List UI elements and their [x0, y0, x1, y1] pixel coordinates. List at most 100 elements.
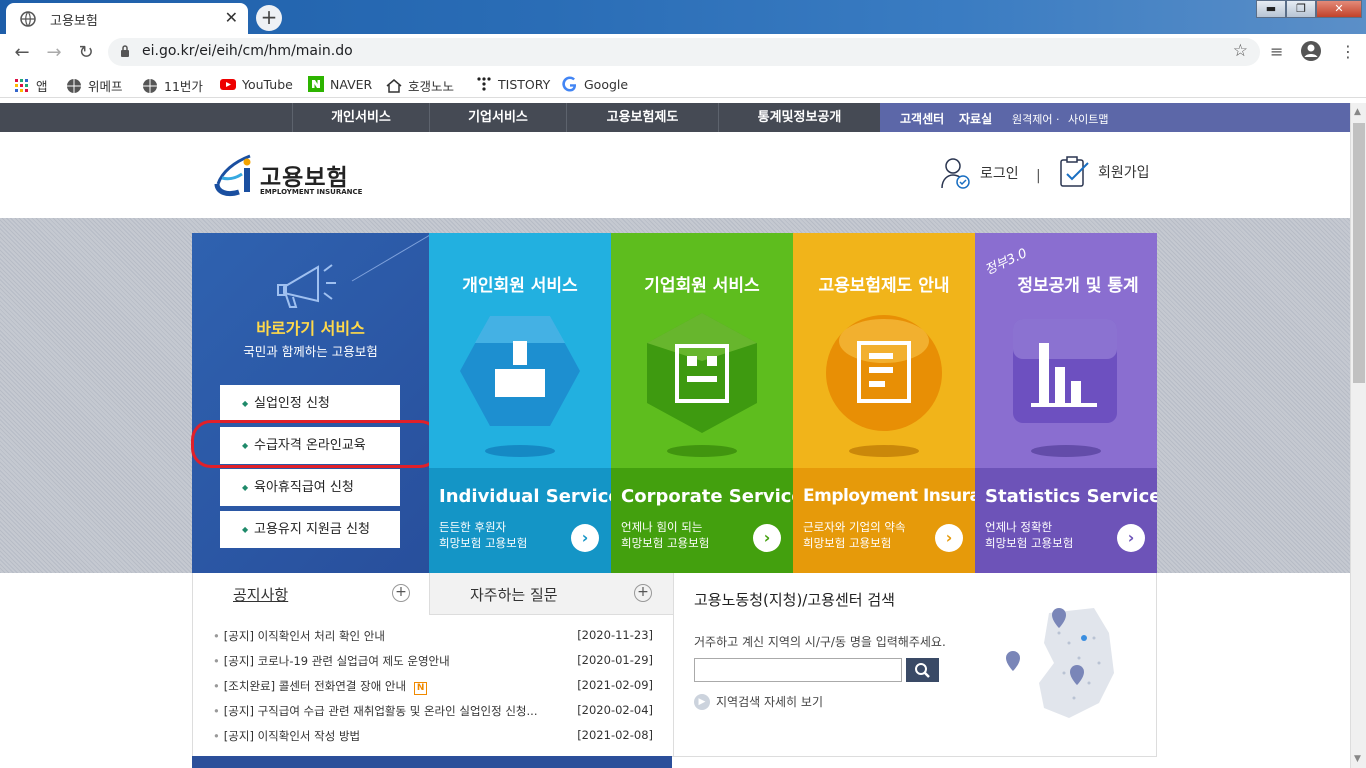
window-close-button[interactable]: ✕ — [1316, 0, 1362, 18]
chevron-right-icon[interactable]: › — [753, 524, 781, 552]
join-link[interactable]: 회원가입 — [1058, 156, 1150, 188]
service-en-title: Corporate Service — [621, 486, 793, 507]
bookmark-label: TISTORY — [498, 76, 551, 92]
service-card-individual[interactable]: 개인회원 서비스 Individual Service 든든한 후원자 희망보험 … — [429, 233, 611, 573]
notice-item[interactable]: • [공지] 이직확인서 작성 방법 [2021-02-08] — [213, 728, 653, 748]
desc-line: 언제나 정확한 — [985, 520, 1053, 534]
bookmark-11st[interactable]: 11번가 — [142, 76, 203, 95]
tab-faq[interactable]: 자주하는 질문 + — [429, 573, 673, 615]
chevron-right-icon[interactable]: › — [935, 524, 963, 552]
maximize-button[interactable]: ❐ — [1286, 0, 1316, 18]
tab-notice[interactable]: 공지사항 + — [193, 573, 429, 615]
search-icon — [915, 663, 930, 678]
faq-more-plus-icon[interactable]: + — [634, 584, 652, 602]
globe-icon — [143, 78, 157, 93]
desc-line: 희망보험 고용보험 — [985, 536, 1074, 550]
scroll-down-icon[interactable]: ▼ — [1354, 754, 1361, 764]
scroll-up-icon[interactable]: ▲ — [1354, 107, 1361, 117]
search-button[interactable] — [906, 658, 939, 682]
service-en-title: Employment Insurance — [803, 486, 975, 506]
bar-chart-icon — [1013, 319, 1117, 457]
region-search-detail-link[interactable]: ▶ 지역검색 자세히 보기 — [694, 693, 823, 710]
quick-parental-leave[interactable]: 육아휴직급여 신청 — [220, 469, 400, 506]
tab-close-icon[interactable]: ✕ — [225, 8, 238, 27]
minimize-button[interactable]: ▬ — [1256, 0, 1286, 18]
browser-tab[interactable]: 고용보험 ✕ — [6, 3, 248, 34]
service-title: 정보공개 및 통계 — [1017, 276, 1139, 296]
quick-unemployment-cert[interactable]: 실업인정 신청 — [220, 385, 400, 422]
sitemap-link[interactable]: 사이트맵 — [1068, 111, 1108, 127]
desc-line: 든든한 후원자 — [439, 520, 507, 534]
notice-item[interactable]: • [공지] 이직확인서 처리 확인 안내 [2020-11-23] — [213, 628, 653, 648]
service-card-statistics[interactable]: 정부3.0 정보공개 및 통계 Statistics Service 언제나 정… — [975, 233, 1157, 573]
logo-subtitle: EMPLOYMENT INSURANCE — [260, 188, 363, 196]
board-section: 공지사항 + 자주하는 질문 + • [공지] 이직확인서 처리 확인 안내 [20… — [192, 573, 1157, 768]
reload-icon[interactable]: ↻ — [74, 42, 98, 63]
web-page: 개인서비스 기업서비스 고용보험제도 통계및정보공개 고객센터 자료실 원격제어… — [0, 103, 1350, 768]
bookmark-naver[interactable]: NAVER — [308, 76, 372, 92]
notice-item[interactable]: • [공지] 구직급여 수급 관련 재취업활동 및 온라인 실업인정 신청... [… — [213, 703, 653, 723]
ei-logo-icon[interactable] — [214, 154, 254, 198]
globe-icon — [20, 11, 36, 27]
quick-subtitle: 국민과 함께하는 고용보험 — [243, 344, 378, 359]
gnb-menu-personal[interactable]: 개인서비스 — [292, 103, 429, 132]
region-search-input[interactable] — [694, 658, 902, 682]
bullet-icon: • — [213, 679, 220, 693]
notice-item[interactable]: • [조치완료] 콜센터 전화연결 장애 안내 N [2021-02-09] — [213, 678, 653, 698]
notice-item[interactable]: • [공지] 코로나-19 관련 실업급여 제도 운영안내 [2020-01-29] — [213, 653, 653, 673]
browser-toolbar: ← → ↻ ei.go.kr/ei/eih/cm/hm/main.do ☆ ≡ … — [0, 34, 1366, 70]
notice-date: [2021-02-09] — [577, 678, 653, 692]
bookmark-label: 위메프 — [88, 79, 123, 94]
profile-icon[interactable] — [1300, 40, 1322, 66]
bookmark-star-icon[interactable]: ☆ — [1233, 41, 1248, 61]
bookmark-hogangnono[interactable]: 호갱노노 — [386, 76, 454, 95]
quick-item-label: 고용유지 지원금 신청 — [254, 522, 370, 537]
login-link[interactable]: 로그인 — [940, 156, 1019, 190]
service-desc: 언제나 정확한희망보험 고용보험 — [985, 519, 1073, 551]
global-nav: 개인서비스 기업서비스 고용보험제도 통계및정보공개 고객센터 자료실 원격제어… — [0, 103, 1350, 132]
bookmark-google[interactable]: Google — [562, 76, 628, 92]
tistory-icon — [477, 77, 491, 91]
address-bar[interactable]: ei.go.kr/ei/eih/cm/hm/main.do ☆ — [108, 38, 1260, 66]
bookmark-label: YouTube — [242, 76, 293, 92]
media-control-icon[interactable]: ≡ — [1270, 42, 1283, 61]
service-card-insurance[interactable]: 고용보험제도 안내 Employment Insurance 근로자와 기업의 … — [793, 233, 975, 573]
logo-text: 고용보험 — [260, 165, 349, 191]
page-scrollbar[interactable]: ▲ ▼ — [1350, 103, 1366, 768]
service-desc: 근로자와 기업의 약속 희망보험 고용보험 — [803, 519, 906, 551]
gnb-menu-insurance[interactable]: 고용보험제도 — [566, 103, 718, 132]
bookmark-apps[interactable]: 앱 — [14, 76, 48, 95]
notice-date: [2020-02-04] — [577, 703, 653, 717]
service-title: 개인회원 서비스 — [462, 276, 578, 296]
notice-more-plus-icon[interactable]: + — [392, 584, 410, 602]
bookmark-youtube[interactable]: YouTube — [220, 76, 293, 92]
service-card-corporate[interactable]: 기업회원 서비스 Corporate Service 언제나 힘이 되는 희망보험… — [611, 233, 793, 573]
korea-map-icon — [1006, 608, 1114, 718]
document-circle-icon — [826, 315, 942, 457]
archive-link[interactable]: 자료실 — [959, 110, 992, 127]
back-icon[interactable]: ← — [10, 42, 34, 63]
remote-control-link[interactable]: 원격제어 · — [1012, 111, 1059, 127]
chevron-right-icon[interactable]: › — [1117, 524, 1145, 552]
bookmark-label: 11번가 — [164, 79, 203, 94]
bookmark-label: 호갱노노 — [408, 79, 455, 94]
youtube-icon — [220, 79, 236, 90]
gnb-menu-statistics[interactable]: 통계및정보공개 — [718, 103, 880, 132]
service-en-title: Statistics Service — [985, 486, 1157, 507]
customer-center-link[interactable]: 고객센터 — [900, 110, 944, 127]
forward-icon[interactable]: → — [42, 42, 66, 63]
bookmark-wemakeprice[interactable]: 위메프 — [66, 76, 123, 95]
menu-kebab-icon[interactable]: ⋮ — [1340, 42, 1356, 61]
tab-label: 공지사항 — [233, 586, 289, 604]
quick-employment-support[interactable]: 고용유지 지원금 신청 — [220, 511, 400, 548]
new-badge: N — [414, 682, 428, 695]
scrollbar-thumb[interactable] — [1353, 123, 1365, 383]
desc-line: 희망보험 고용보험 — [803, 536, 892, 550]
new-tab-button[interactable]: + — [256, 5, 282, 31]
service-desc: 언제나 힘이 되는 희망보험 고용보험 — [621, 519, 709, 551]
bullet-icon: • — [213, 654, 220, 668]
quick-title: 바로가기 서비스 — [256, 319, 365, 338]
bookmark-tistory[interactable]: TISTORY — [476, 76, 550, 92]
chevron-right-icon[interactable]: › — [571, 524, 599, 552]
gnb-menu-corporate[interactable]: 기업서비스 — [429, 103, 566, 132]
